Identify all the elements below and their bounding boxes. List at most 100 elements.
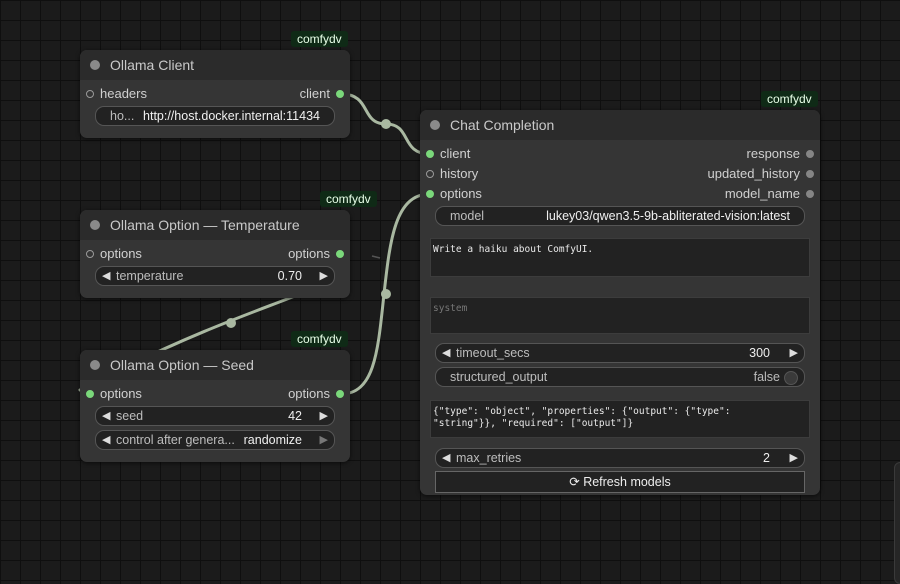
- slot-label: options: [100, 246, 142, 261]
- widget-label: temperature: [116, 269, 184, 283]
- node-title-text: Ollama Option — Temperature: [110, 217, 300, 233]
- collapse-dot-icon[interactable]: [90, 60, 100, 70]
- refresh-models-button[interactable]: ⟳ Refresh models: [435, 471, 805, 493]
- slot-label: history: [440, 166, 479, 181]
- widget-label: max_retries: [456, 451, 522, 465]
- node-title-text: Ollama Client: [110, 57, 195, 73]
- offscreen-node-edge[interactable]: [894, 462, 900, 584]
- widget-value: lukey03/qwen3.5-9b-abliterated-vision:la…: [546, 209, 790, 223]
- link-client: [339, 92, 432, 156]
- widget-value: 300: [749, 346, 770, 360]
- input-slot-history[interactable]: history: [420, 164, 478, 184]
- node-title[interactable]: Ollama Client: [80, 50, 350, 80]
- node-badge: comfydv: [291, 31, 348, 47]
- ollama-option-seed-node[interactable]: Ollama Option — Seed options options ◀ s…: [80, 350, 350, 462]
- collapse-dot-icon[interactable]: [90, 360, 100, 370]
- output-slot-options[interactable]: options: [288, 244, 350, 264]
- node-title[interactable]: Ollama Option — Seed: [80, 350, 350, 380]
- increment-arrow-icon[interactable]: ▶: [790, 449, 798, 467]
- structured-output-toggle[interactable]: structured_output false: [435, 367, 805, 387]
- collapse-dot-icon[interactable]: [430, 120, 440, 130]
- reroute-dot-temperature: [226, 318, 236, 328]
- slot-dot-icon[interactable]: [426, 190, 434, 198]
- slot-dot-icon[interactable]: [806, 170, 814, 178]
- input-slot-options[interactable]: options: [80, 384, 142, 404]
- slot-label: client: [299, 86, 330, 101]
- slot-label: options: [288, 386, 330, 401]
- slot-label: headers: [100, 86, 147, 101]
- slot-dot-icon[interactable]: [426, 170, 434, 178]
- input-slot-client[interactable]: client: [420, 144, 470, 164]
- node-badge: comfydv: [761, 91, 818, 107]
- collapse-dot-icon[interactable]: [90, 220, 100, 230]
- reroute-dot-options: [381, 289, 391, 299]
- timeout-secs-widget[interactable]: ◀ timeout_secs 300 ▶: [435, 343, 805, 363]
- output-slot-response[interactable]: response: [747, 144, 820, 164]
- decrement-arrow-icon[interactable]: ◀: [442, 449, 450, 467]
- input-slot-headers[interactable]: headers: [80, 84, 147, 104]
- node-badge: comfydv: [291, 331, 348, 347]
- slot-dot-icon[interactable]: [336, 390, 344, 398]
- slot-label: options: [440, 186, 482, 201]
- slot-label: client: [440, 146, 471, 161]
- slot-dot-icon[interactable]: [336, 250, 344, 258]
- reroute-dot-client: [381, 119, 391, 129]
- widget-label: ho...: [110, 109, 135, 123]
- node-title[interactable]: Ollama Option — Temperature: [80, 210, 350, 240]
- node-badge: comfydv: [320, 191, 377, 207]
- max-retries-widget[interactable]: ◀ max_retries 2 ▶: [435, 448, 805, 468]
- prompt-textarea[interactable]: Write a haiku about ComfyUI.: [430, 238, 810, 277]
- widget-label: structured_output: [450, 370, 548, 384]
- slot-dot-icon[interactable]: [86, 250, 94, 258]
- slot-label: response: [746, 146, 800, 161]
- decrement-arrow-icon[interactable]: ◀: [442, 344, 450, 362]
- slot-label: model_name: [724, 186, 800, 201]
- chat-completion-node[interactable]: Chat Completion client history options r…: [420, 110, 820, 495]
- seed-widget[interactable]: ◀ seed 42 ▶: [95, 406, 335, 426]
- system-textarea[interactable]: system: [430, 297, 810, 334]
- increment-arrow-icon[interactable]: ▶: [790, 344, 798, 362]
- decrement-arrow-icon[interactable]: ◀: [102, 407, 110, 425]
- increment-arrow-icon[interactable]: ▶: [320, 407, 328, 425]
- input-slot-options[interactable]: options: [420, 184, 482, 204]
- schema-textarea[interactable]: {"type": "object", "properties": {"outpu…: [430, 400, 810, 438]
- temperature-widget[interactable]: ◀ temperature 0.70 ▶: [95, 266, 335, 286]
- slot-dot-icon[interactable]: [806, 190, 814, 198]
- node-title-text: Ollama Option — Seed: [110, 357, 254, 373]
- slot-label: options: [288, 246, 330, 261]
- widget-label: timeout_secs: [456, 346, 530, 360]
- host-widget[interactable]: ho... http://host.docker.internal:11434: [95, 106, 335, 126]
- link-seed-options: [339, 192, 432, 396]
- model-widget[interactable]: model lukey03/qwen3.5-9b-abliterated-vis…: [435, 206, 805, 226]
- slot-label: updated_history: [707, 166, 800, 181]
- slot-dot-icon[interactable]: [86, 90, 94, 98]
- widget-label: model: [450, 209, 485, 223]
- widget-value: 0.70: [277, 269, 302, 283]
- ollama-client-node[interactable]: Ollama Client headers client ho... http:…: [80, 50, 350, 138]
- node-title[interactable]: Chat Completion: [420, 110, 820, 140]
- widget-value: false: [753, 370, 780, 384]
- node-title-text: Chat Completion: [450, 117, 555, 133]
- increment-arrow-icon[interactable]: ▶: [320, 431, 328, 449]
- slot-label: options: [100, 386, 142, 401]
- output-slot-updated-history[interactable]: updated_history: [707, 164, 820, 184]
- control-after-generate-widget[interactable]: ◀ control after genera... randomize ▶: [95, 430, 335, 450]
- widget-value: http://host.docker.internal:11434: [143, 109, 320, 123]
- decrement-arrow-icon[interactable]: ◀: [102, 267, 110, 285]
- slot-dot-icon[interactable]: [86, 390, 94, 398]
- output-slot-client[interactable]: client: [300, 84, 350, 104]
- toggle-knob-icon[interactable]: [784, 371, 798, 385]
- widget-value: 42: [288, 409, 302, 423]
- slot-dot-icon[interactable]: [336, 90, 344, 98]
- widget-value: 2: [763, 451, 770, 465]
- ollama-option-temperature-node[interactable]: Ollama Option — Temperature options opti…: [80, 210, 350, 298]
- widget-label: control after genera...: [116, 433, 235, 447]
- increment-arrow-icon[interactable]: ▶: [320, 267, 328, 285]
- widget-label: seed: [116, 409, 144, 423]
- input-slot-options[interactable]: options: [80, 244, 142, 264]
- decrement-arrow-icon[interactable]: ◀: [102, 431, 110, 449]
- output-slot-options[interactable]: options: [288, 384, 350, 404]
- slot-dot-icon[interactable]: [806, 150, 814, 158]
- slot-dot-icon[interactable]: [426, 150, 434, 158]
- output-slot-model-name[interactable]: model_name: [725, 184, 820, 204]
